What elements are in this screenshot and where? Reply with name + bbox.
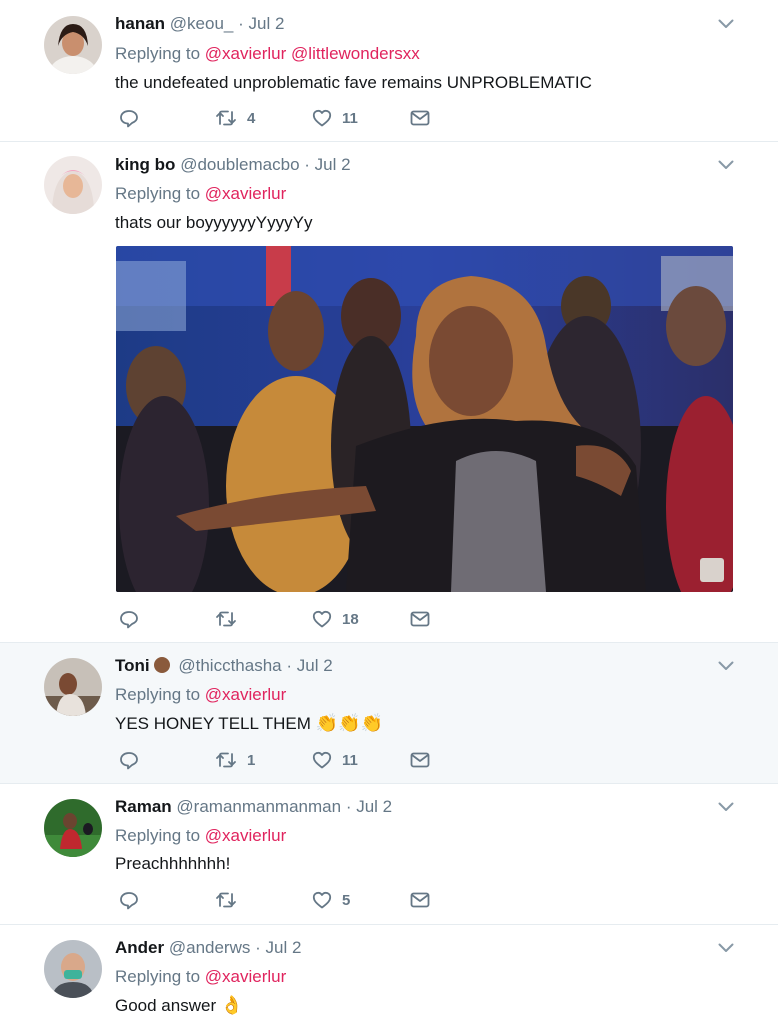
reply-button[interactable] <box>119 107 139 129</box>
tweet-text: thats our boyyyyyyYyyyYy <box>115 213 313 232</box>
like-icon <box>312 610 332 628</box>
chevron-down-icon[interactable] <box>718 661 734 671</box>
retweet-icon <box>216 892 236 908</box>
author-name[interactable]: king bo <box>115 155 175 174</box>
author-handle[interactable]: @ramanmanmanman <box>176 797 341 816</box>
replying-to: Replying to @xavierlur <box>115 967 287 986</box>
tweet[interactable]: Raman @ramanmanmanman · Jul 2 Replying t… <box>0 784 778 925</box>
tweet[interactable]: hanan @keou_ · Jul 2 Replying to @xavier… <box>0 0 778 142</box>
tweet-date[interactable]: Jul 2 <box>297 656 333 675</box>
woman-emoji-icon <box>153 657 170 673</box>
tweet[interactable]: Toni @thiccthasha · Jul 2 Replying to @x… <box>0 643 778 784</box>
tweet-actions: 4 11 <box>115 107 435 129</box>
replying-to: Replying to @xavierlur <box>115 685 287 704</box>
avatar[interactable] <box>44 940 102 998</box>
message-button[interactable] <box>410 107 430 129</box>
message-icon <box>410 110 430 126</box>
mention-link[interactable]: @xavierlur <box>205 44 287 63</box>
separator: · <box>345 797 352 816</box>
tweet-date[interactable]: Jul 2 <box>266 938 302 957</box>
like-button[interactable]: 5 <box>312 889 350 911</box>
author-handle[interactable]: @anderws <box>169 938 251 957</box>
reply-button[interactable] <box>119 889 139 911</box>
message-button[interactable] <box>410 889 430 911</box>
tweet-media-image[interactable] <box>116 246 733 592</box>
replying-to: Replying to @xavierlur <box>115 826 287 845</box>
retweet-button[interactable] <box>215 889 247 911</box>
avatar[interactable] <box>44 799 102 857</box>
mention-link[interactable]: @xavierlur <box>205 967 287 986</box>
retweet-button[interactable] <box>215 608 247 630</box>
retweet-count: 4 <box>247 109 256 127</box>
like-button[interactable]: 11 <box>312 107 358 129</box>
like-count: 11 <box>342 751 358 769</box>
avatar[interactable] <box>44 658 102 716</box>
chevron-down-icon[interactable] <box>718 19 734 29</box>
chevron-down-icon[interactable] <box>718 943 734 953</box>
message-icon <box>410 892 430 908</box>
reply-button[interactable] <box>119 608 139 630</box>
author-name[interactable]: hanan <box>115 14 165 33</box>
message-button[interactable] <box>410 749 430 771</box>
author-name[interactable]: Raman <box>115 797 172 816</box>
retweet-icon <box>216 611 236 627</box>
avatar[interactable] <box>44 16 102 74</box>
tweet-text: Good answer 👌 <box>115 995 244 1015</box>
separator: · <box>304 155 310 174</box>
separator: · <box>255 938 261 957</box>
reply-button[interactable] <box>119 749 139 771</box>
reply-icon <box>120 110 138 128</box>
like-icon <box>312 751 332 769</box>
like-count: 11 <box>342 109 358 127</box>
replying-to: Replying to @xavierlur @littlewondersxx <box>115 44 420 63</box>
reply-icon <box>120 611 138 629</box>
tweet[interactable]: Ander @anderws · Jul 2 Replying to @xavi… <box>0 925 778 1024</box>
ok-hand-icon: 👌 <box>220 995 244 1015</box>
message-icon <box>410 752 430 768</box>
like-count: 18 <box>342 610 359 628</box>
retweet-icon <box>216 110 236 126</box>
mention-link[interactable]: @xavierlur <box>205 184 287 203</box>
mention-link[interactable]: @littlewondersxx <box>291 44 420 63</box>
reply-icon <box>120 752 138 770</box>
like-icon <box>312 109 332 127</box>
tweet-text: the undefeated unproblematic fave remain… <box>115 73 592 92</box>
author-handle[interactable]: @thiccthasha <box>178 656 281 675</box>
like-count: 5 <box>342 891 351 909</box>
author-handle[interactable]: @doublemacbo <box>180 155 299 174</box>
mention-link[interactable]: @xavierlur <box>205 826 287 845</box>
tweet-date[interactable]: Jul 2 <box>356 797 392 816</box>
replies-feed: hanan @keou_ · Jul 2 Replying to @xavier… <box>0 0 778 1024</box>
replying-to: Replying to @xavierlur <box>115 184 287 203</box>
tweet-text: Preachhhhhhh! <box>115 854 231 873</box>
tweet-date[interactable]: Jul 2 <box>315 155 351 174</box>
like-button[interactable]: 11 <box>312 749 358 771</box>
chevron-down-icon[interactable] <box>718 160 734 170</box>
author-name[interactable]: Toni <box>115 656 150 675</box>
retweet-button[interactable]: 4 <box>215 107 255 129</box>
tweet-actions: 1 11 <box>115 749 435 771</box>
message-button[interactable] <box>410 608 430 630</box>
author-handle[interactable]: @keou_ <box>170 14 234 33</box>
mention-link[interactable]: @xavierlur <box>205 685 287 704</box>
reply-icon <box>120 892 138 910</box>
like-button[interactable]: 18 <box>312 608 359 630</box>
tweet-text: YES HONEY TELL THEM 👏👏👏 <box>115 713 383 733</box>
avatar[interactable] <box>44 156 102 214</box>
clapping-hands-icon: 👏👏👏 <box>315 713 383 733</box>
chevron-down-icon[interactable] <box>718 802 734 812</box>
tweet[interactable]: king bo @doublemacbo · Jul 2 Replying to… <box>0 142 778 643</box>
author-name[interactable]: Ander <box>115 938 164 957</box>
retweet-icon <box>216 752 236 768</box>
retweet-button[interactable]: 1 <box>215 749 255 771</box>
tweet-actions: 18 <box>115 608 435 630</box>
separator: · <box>238 14 244 33</box>
separator: · <box>286 656 293 675</box>
message-icon <box>410 611 430 627</box>
retweet-count: 1 <box>247 751 256 769</box>
like-icon <box>312 891 332 909</box>
tweet-date[interactable]: Jul 2 <box>249 14 285 33</box>
tweet-actions: 5 <box>115 889 435 911</box>
